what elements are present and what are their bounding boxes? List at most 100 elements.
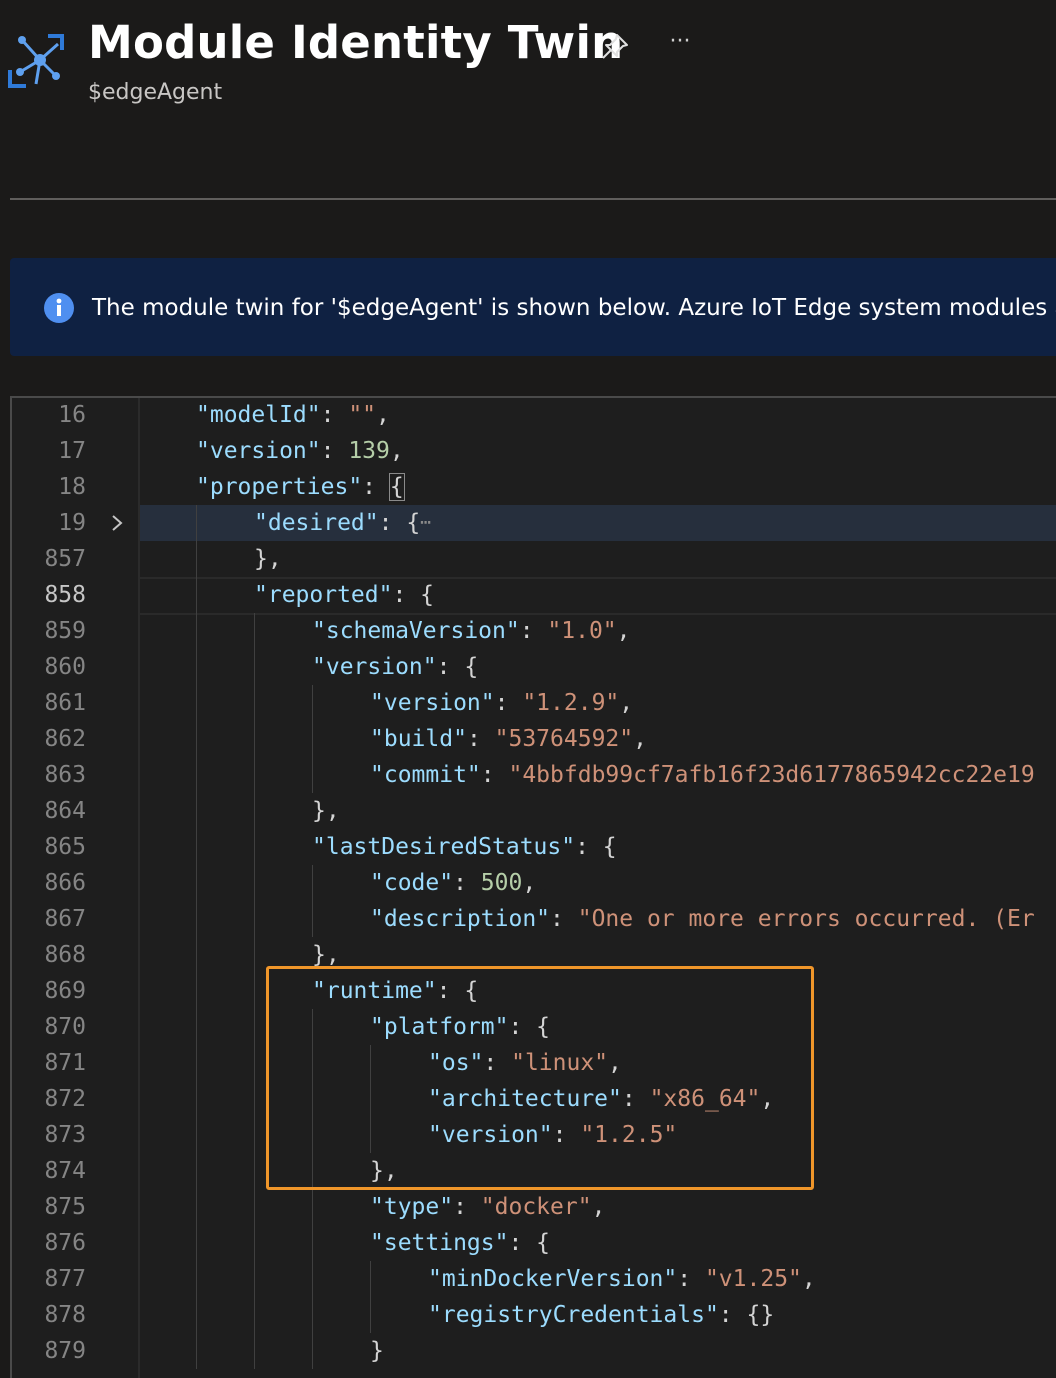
code-line[interactable]: 865 "lastDesiredStatus": { xyxy=(12,829,1056,865)
code-line[interactable]: 872 "architecture": "x86_64", xyxy=(12,1081,1056,1117)
code-text: "version": { xyxy=(312,649,478,685)
line-number: 860 xyxy=(44,654,86,680)
info-icon xyxy=(44,293,74,323)
code-token: "version" xyxy=(196,438,321,464)
code-token: , xyxy=(591,1194,606,1220)
code-line[interactable]: 871 "os": "linux", xyxy=(12,1045,1056,1081)
code-text: "platform": { xyxy=(370,1009,550,1045)
iot-hub-icon xyxy=(8,34,64,88)
code-token: : { xyxy=(575,834,617,860)
code-text: "type": "docker", xyxy=(370,1189,605,1225)
code-line[interactable]: 17 "version": 139, xyxy=(12,433,1056,469)
code-line[interactable]: 16 "modelId": "", xyxy=(12,398,1056,433)
code-line[interactable]: 874}, xyxy=(12,1153,1056,1189)
code-line[interactable]: 873 "version": "1.2.5" xyxy=(12,1117,1056,1153)
code-line[interactable]: 876 "settings": { xyxy=(12,1225,1056,1261)
line-number: 869 xyxy=(44,978,86,1004)
code-token: }, xyxy=(254,546,282,572)
code-token: "53764592" xyxy=(494,726,634,752)
code-line[interactable]: 869 "runtime": { xyxy=(12,973,1056,1009)
code-token: "platform" xyxy=(370,1014,509,1040)
code-token: , xyxy=(619,690,634,716)
code-token: { xyxy=(388,473,405,501)
code-token: : {} xyxy=(718,1302,775,1328)
code-token: "reported" xyxy=(254,582,393,608)
code-token: : xyxy=(550,906,578,932)
code-line[interactable]: 857}, xyxy=(12,541,1056,577)
line-number: 874 xyxy=(44,1158,86,1184)
code-line[interactable]: 18 "properties": { xyxy=(12,469,1056,505)
code-text: "reported": { xyxy=(254,577,434,613)
code-text: }, xyxy=(312,793,340,829)
code-line[interactable]: 866 "code": 500, xyxy=(12,865,1056,901)
code-line[interactable]: 861 "version": "1.2.9", xyxy=(12,685,1056,721)
more-options-button[interactable]: ··· xyxy=(664,28,696,60)
code-token: "linux" xyxy=(511,1050,609,1076)
code-line[interactable]: 875 "type": "docker", xyxy=(12,1189,1056,1225)
code-text: "modelId": "", xyxy=(196,398,390,433)
code-token: : xyxy=(677,1266,705,1292)
code-token: : xyxy=(320,402,349,428)
header-divider xyxy=(10,198,1056,200)
code-line[interactable]: 859 "schemaVersion": "1.0", xyxy=(12,613,1056,649)
line-number: 862 xyxy=(44,726,86,752)
code-line[interactable]: 877 "minDockerVersion": "v1.25", xyxy=(12,1261,1056,1297)
code-line[interactable]: 863 "commit": "4bbfdb99cf7afb16f23d617786… xyxy=(12,757,1056,793)
line-number: 18 xyxy=(58,474,86,500)
code-token: "lastDesiredStatus" xyxy=(312,834,576,860)
code-line[interactable]: 868}, xyxy=(12,937,1056,973)
json-editor[interactable]: 16 "modelId": "", 17 "version": 139, 18 "prop… xyxy=(10,396,1056,1378)
code-line[interactable]: 860 "version": { xyxy=(12,649,1056,685)
code-token: : { xyxy=(392,582,435,608)
code-line[interactable]: 867 "description": "One or more errors oc… xyxy=(12,901,1056,937)
code-text: "minDockerVersion": "v1.25", xyxy=(428,1261,816,1297)
line-number: 19 xyxy=(58,510,86,536)
code-line[interactable]: 862 "build": "53764592", xyxy=(12,721,1056,757)
code-token: : xyxy=(552,1122,581,1148)
code-token: "architecture" xyxy=(428,1086,622,1112)
code-token: , xyxy=(616,618,631,644)
code-line[interactable]: 858 "reported": { xyxy=(12,577,1056,613)
chevron-right-icon[interactable] xyxy=(110,514,124,532)
code-line[interactable]: 864}, xyxy=(12,793,1056,829)
code-text: "properties": { xyxy=(196,469,405,505)
code-token: : xyxy=(320,438,349,464)
code-token: , xyxy=(633,726,647,752)
line-number: 858 xyxy=(44,582,86,608)
code-token: , xyxy=(801,1266,816,1292)
code-line[interactable]: 879} xyxy=(12,1333,1056,1369)
code-text: "version": "1.2.5" xyxy=(428,1117,677,1153)
code-token: "version" xyxy=(428,1122,553,1148)
code-token: } xyxy=(370,1338,384,1364)
code-text: }, xyxy=(312,937,340,973)
code-token: : { xyxy=(508,1014,551,1040)
code-token: : xyxy=(519,618,548,644)
code-line[interactable]: 870 "platform": { xyxy=(12,1009,1056,1045)
page-header: Module Identity Twin $edgeAgent ··· xyxy=(0,0,1056,130)
line-number: 868 xyxy=(44,942,86,968)
code-token: "properties" xyxy=(196,474,363,500)
code-token: "docker" xyxy=(480,1194,592,1220)
code-token: "minDockerVersion" xyxy=(428,1266,678,1292)
line-number: 865 xyxy=(44,834,86,860)
code-token: : xyxy=(494,690,523,716)
code-text: "settings": { xyxy=(370,1225,550,1261)
code-line[interactable]: 878 "registryCredentials": {} xyxy=(12,1297,1056,1333)
code-token: : xyxy=(621,1086,650,1112)
code-token: : xyxy=(453,1194,481,1220)
code-token: : xyxy=(362,474,390,500)
code-token: "code" xyxy=(370,870,454,896)
line-number: 861 xyxy=(44,690,86,716)
pin-icon[interactable] xyxy=(598,30,632,64)
code-token: "" xyxy=(348,402,377,428)
code-token: 139 xyxy=(348,438,390,464)
code-token: "version" xyxy=(370,690,495,716)
code-token: : { xyxy=(378,510,421,536)
code-token: , xyxy=(376,402,390,428)
code-text: "version": "1.2.9", xyxy=(370,685,633,721)
line-number: 872 xyxy=(44,1086,86,1112)
code-line[interactable]: 19 "desired": {⋯ xyxy=(12,505,1056,541)
code-token: }, xyxy=(370,1158,398,1184)
code-token: "4bbfdb99cf7afb16f23d6177865942cc22e19 xyxy=(508,762,1035,788)
folded-ellipsis-icon[interactable]: ⋯ xyxy=(420,505,431,541)
